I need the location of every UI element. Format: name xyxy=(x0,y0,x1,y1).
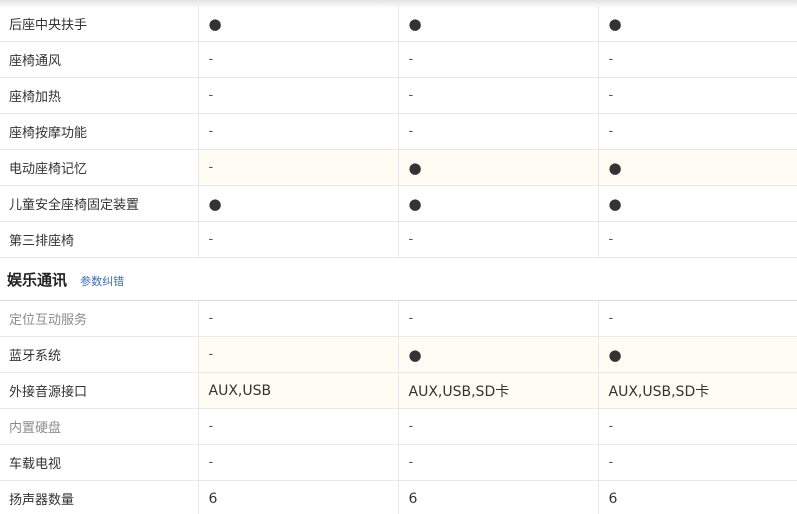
spec-value: - xyxy=(398,408,599,445)
spec-value: - xyxy=(598,300,797,337)
spec-row-label: 内置硬盘 xyxy=(0,408,199,445)
spec-value: - xyxy=(198,113,399,150)
spec-value: - xyxy=(598,113,797,150)
spec-value: - xyxy=(598,408,797,445)
spec-table: 后座中央扶手 ● ● ● 座椅通风 - - - 座椅加热 - - - 座椅按摩功… xyxy=(0,6,797,514)
spec-row-child-seat-anchor: 儿童安全座椅固定装置 ● ● ● xyxy=(0,185,797,222)
spec-value: - xyxy=(398,77,599,114)
spec-value: 6 xyxy=(198,480,399,514)
spec-value: ● xyxy=(598,185,797,222)
spec-value: - xyxy=(398,444,599,481)
spec-row-label: 车载电视 xyxy=(0,444,199,481)
spec-value: AUX,USB,SD卡 xyxy=(398,372,599,409)
spec-value: - xyxy=(598,221,797,258)
spec-value: - xyxy=(198,300,399,337)
spec-value: ● xyxy=(198,185,399,222)
spec-value: ● xyxy=(398,185,599,222)
spec-row-label: 外接音源接口 xyxy=(0,372,199,409)
spec-row-seat-heating: 座椅加热 - - - xyxy=(0,77,797,114)
spec-value: - xyxy=(198,77,399,114)
spec-value: ● xyxy=(598,6,797,42)
spec-row-label: 扬声器数量 xyxy=(0,480,199,514)
spec-row-label: 电动座椅记忆 xyxy=(0,149,199,186)
spec-row-bluetooth: 蓝牙系统 - ● ● xyxy=(0,336,797,373)
spec-row-seat-ventilation: 座椅通风 - - - xyxy=(0,41,797,78)
spec-value: ● xyxy=(398,6,599,42)
spec-value: ● xyxy=(598,149,797,186)
spec-value: - xyxy=(598,41,797,78)
spec-row-seat-memory: 电动座椅记忆 - ● ● xyxy=(0,149,797,186)
spec-value: - xyxy=(198,336,399,373)
spec-value: - xyxy=(398,221,599,258)
spec-value: 6 xyxy=(598,480,797,514)
section-header-cell: 娱乐通讯 参数纠错 xyxy=(0,257,797,301)
spec-row-location-service: 定位互动服务 - - - xyxy=(0,300,797,337)
report-error-link[interactable]: 参数纠错 xyxy=(80,275,124,288)
spec-value: AUX,USB xyxy=(198,372,399,409)
spec-comparison-page: 后座中央扶手 ● ● ● 座椅通风 - - - 座椅加热 - - - 座椅按摩功… xyxy=(0,0,797,514)
spec-value: - xyxy=(198,444,399,481)
section-header-entertainment: 娱乐通讯 参数纠错 xyxy=(0,257,797,301)
spec-row-label: 座椅加热 xyxy=(0,77,199,114)
spec-value: - xyxy=(598,77,797,114)
spec-row-internal-hdd: 内置硬盘 - - - xyxy=(0,408,797,445)
spec-value: - xyxy=(198,41,399,78)
spec-value: - xyxy=(198,221,399,258)
section-title: 娱乐通讯 xyxy=(7,270,68,289)
sticky-header-shadow xyxy=(0,0,797,8)
spec-row-label: 座椅按摩功能 xyxy=(0,113,199,150)
spec-value: ● xyxy=(598,336,797,373)
spec-row-car-tv: 车载电视 - - - xyxy=(0,444,797,481)
spec-row-audio-input: 外接音源接口 AUX,USB AUX,USB,SD卡 AUX,USB,SD卡 xyxy=(0,372,797,409)
spec-row-seat-massage: 座椅按摩功能 - - - xyxy=(0,113,797,150)
spec-value: - xyxy=(198,149,399,186)
spec-value: ● xyxy=(398,336,599,373)
spec-value: 6 xyxy=(398,480,599,514)
spec-value: - xyxy=(398,41,599,78)
spec-value: - xyxy=(598,444,797,481)
spec-row-label: 蓝牙系统 xyxy=(0,336,199,373)
spec-value: AUX,USB,SD卡 xyxy=(598,372,797,409)
spec-row-speaker-count: 扬声器数量 6 6 6 xyxy=(0,480,797,514)
spec-row-third-row-seat: 第三排座椅 - - - xyxy=(0,221,797,258)
spec-row-label: 儿童安全座椅固定装置 xyxy=(0,185,199,222)
spec-value: - xyxy=(198,408,399,445)
spec-value: ● xyxy=(198,6,399,42)
spec-row-label: 后座中央扶手 xyxy=(0,6,199,42)
spec-value: - xyxy=(398,300,599,337)
spec-row-rear-armrest: 后座中央扶手 ● ● ● xyxy=(0,6,797,42)
spec-row-label: 定位互动服务 xyxy=(0,300,199,337)
spec-value: - xyxy=(398,113,599,150)
spec-row-label: 座椅通风 xyxy=(0,41,199,78)
spec-value: ● xyxy=(398,149,599,186)
spec-row-label: 第三排座椅 xyxy=(0,221,199,258)
